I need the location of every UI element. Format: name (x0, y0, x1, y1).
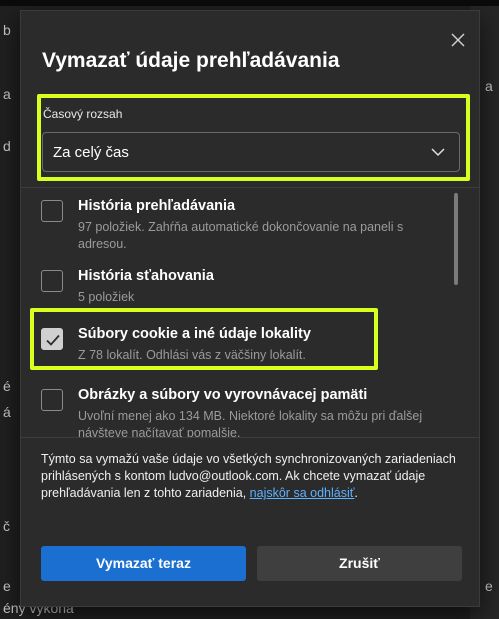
background-text: a (485, 78, 493, 94)
close-icon[interactable] (447, 29, 469, 51)
cancel-button[interactable]: Zrušiť (257, 546, 462, 581)
option-description: Uvoľní menej ako 134 MB. Niektoré lokali… (78, 409, 423, 437)
divider-top (21, 187, 479, 188)
option-title: Súbory cookie a iné údaje lokality (78, 326, 311, 342)
option-description: 97 položiek. Zahŕňa automatické dokončov… (78, 220, 404, 251)
background-text: č (3, 518, 10, 534)
option-description: 5 položiek (78, 290, 135, 304)
background-text: á (3, 404, 11, 420)
option-description: Z 78 lokalít. Odhlási vás z väčšiny loka… (78, 348, 306, 362)
background-text: é (3, 378, 11, 394)
download-history-checkbox[interactable] (41, 270, 63, 292)
background-top-bar (0, 0, 499, 6)
dialog-title: Vymazať údaje prehľadávania (42, 49, 340, 72)
time-range-label: Časový rozsah (43, 107, 123, 121)
clear-now-button[interactable]: Vymazať teraz (41, 546, 246, 581)
option-title: História sťahovania (78, 268, 214, 284)
time-range-value: Za celý čas (53, 144, 129, 161)
checkmark-icon (46, 334, 60, 346)
time-range-select[interactable]: Za celý čas (42, 132, 460, 172)
chevron-down-icon (431, 148, 445, 157)
info-body: Týmto sa vymažú vaše údaje vo všetkých s… (41, 452, 456, 500)
background-text: a (3, 86, 11, 102)
sync-info-text: Týmto sa vymažú vaše údaje vo všetkých s… (41, 451, 461, 502)
list-scrollbar[interactable] (454, 193, 458, 285)
info-end: . (354, 486, 358, 500)
divider-bottom (21, 437, 479, 438)
background-text: b (3, 22, 11, 38)
background-text: e (3, 578, 11, 594)
clear-browsing-data-dialog: Vymazať údaje prehľadávania Časový rozsa… (20, 10, 480, 607)
browsing-history-checkbox[interactable] (41, 200, 63, 222)
option-title: História prehľadávania (78, 198, 236, 214)
data-types-list: História prehľadávania 97 položiek. Zahŕ… (21, 191, 479, 437)
background-text: d (3, 138, 11, 154)
cookies-checkbox[interactable] (41, 328, 63, 350)
sign-out-link[interactable]: najskôr sa odhlásiť (250, 486, 355, 500)
background-text: e (485, 578, 493, 594)
option-title: Obrázky a súbory vo vyrovnávacej pamäti (78, 387, 368, 403)
cached-images-checkbox[interactable] (41, 389, 63, 411)
